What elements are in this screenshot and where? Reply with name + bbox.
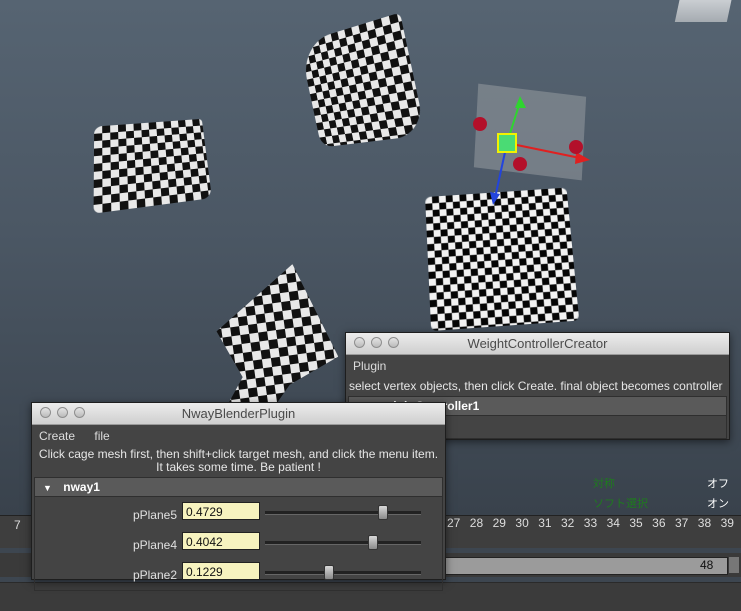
tick-label: 33 [583,516,598,530]
menu-file[interactable]: file [94,429,109,443]
nway-info-line2: It takes some time. Be patient ! [156,460,321,474]
nway-menubar: Create file [32,425,445,447]
weight-window-titlebar[interactable]: WeightControllerCreator [346,333,729,355]
range-scroll-button[interactable] [729,557,739,573]
nway-frame-header[interactable]: ▼ nway1 [34,477,443,497]
tick-label: 32 [560,516,575,530]
hud-soft-select-label: ソフト選択 [593,498,648,510]
weight-menubar: Plugin [346,355,729,377]
blend-value-field[interactable]: 0.4729 [182,502,260,520]
tick-label: 27 [447,516,461,530]
zoom-button[interactable] [388,337,399,348]
slider-handle[interactable] [323,565,334,580]
window-controls [40,407,85,418]
blend-row: pPlane5 0.4729 [35,499,442,529]
tick-label: 38 [697,516,712,530]
nway-frame-label: nway1 [63,480,100,494]
range-slider[interactable] [444,557,728,575]
close-button[interactable] [40,407,51,418]
tick-label: 39 [720,516,734,530]
blend-row-label: pPlane4 [132,538,177,552]
weight-info-text: select vertex objects, then click Create… [349,379,723,393]
menu-plugin[interactable]: Plugin [353,359,386,373]
tick-label-left: 7 [14,518,21,532]
weight-window-title: WeightControllerCreator [467,336,608,351]
tick-label: 29 [492,516,506,530]
blend-value-field[interactable]: 0.4042 [182,532,260,550]
blend-slider[interactable] [265,565,421,580]
minimize-button[interactable] [57,407,68,418]
blend-slider[interactable] [265,505,421,520]
close-button[interactable] [354,337,365,348]
zoom-button[interactable] [74,407,85,418]
window-controls [354,337,399,348]
tick-labels: 272829303132333435363738394 [447,516,741,530]
tick-label: 28 [469,516,484,530]
blend-row: pPlane2 0.1229 [35,559,442,589]
tick-label: 37 [674,516,689,530]
menu-create[interactable]: Create [39,429,75,443]
blend-row-label: pPlane2 [132,568,177,582]
hud-soft-select-value: オン [707,498,729,510]
slider-handle[interactable] [378,505,389,520]
tick-label: 35 [629,516,643,530]
range-end-value[interactable]: 48 [700,558,713,572]
nway-window-titlebar[interactable]: NwayBlenderPlugin [32,403,445,425]
blend-row-label: pPlane5 [132,508,177,522]
blend-value-field[interactable]: 0.1229 [182,562,260,580]
hud-symmetry-value: オフ [707,478,729,490]
tick-label: 30 [515,516,529,530]
hud-symmetry-label: 対称 [593,478,615,490]
slider-handle[interactable] [367,535,378,550]
collapse-arrow-icon: ▼ [43,483,52,493]
minimize-button[interactable] [371,337,382,348]
blend-row: pPlane4 0.4042 [35,529,442,559]
tick-label: 36 [652,516,666,530]
nway-frame-body: pPlane5 0.4729 pPlane4 0.4042 pPlane2 0.… [34,497,443,591]
tick-label: 31 [538,516,552,530]
tick-label: 34 [606,516,620,530]
nway-window-title: NwayBlenderPlugin [181,406,296,421]
blend-slider[interactable] [265,535,421,550]
nway-blender-window: NwayBlenderPlugin Create file Click cage… [31,402,446,591]
